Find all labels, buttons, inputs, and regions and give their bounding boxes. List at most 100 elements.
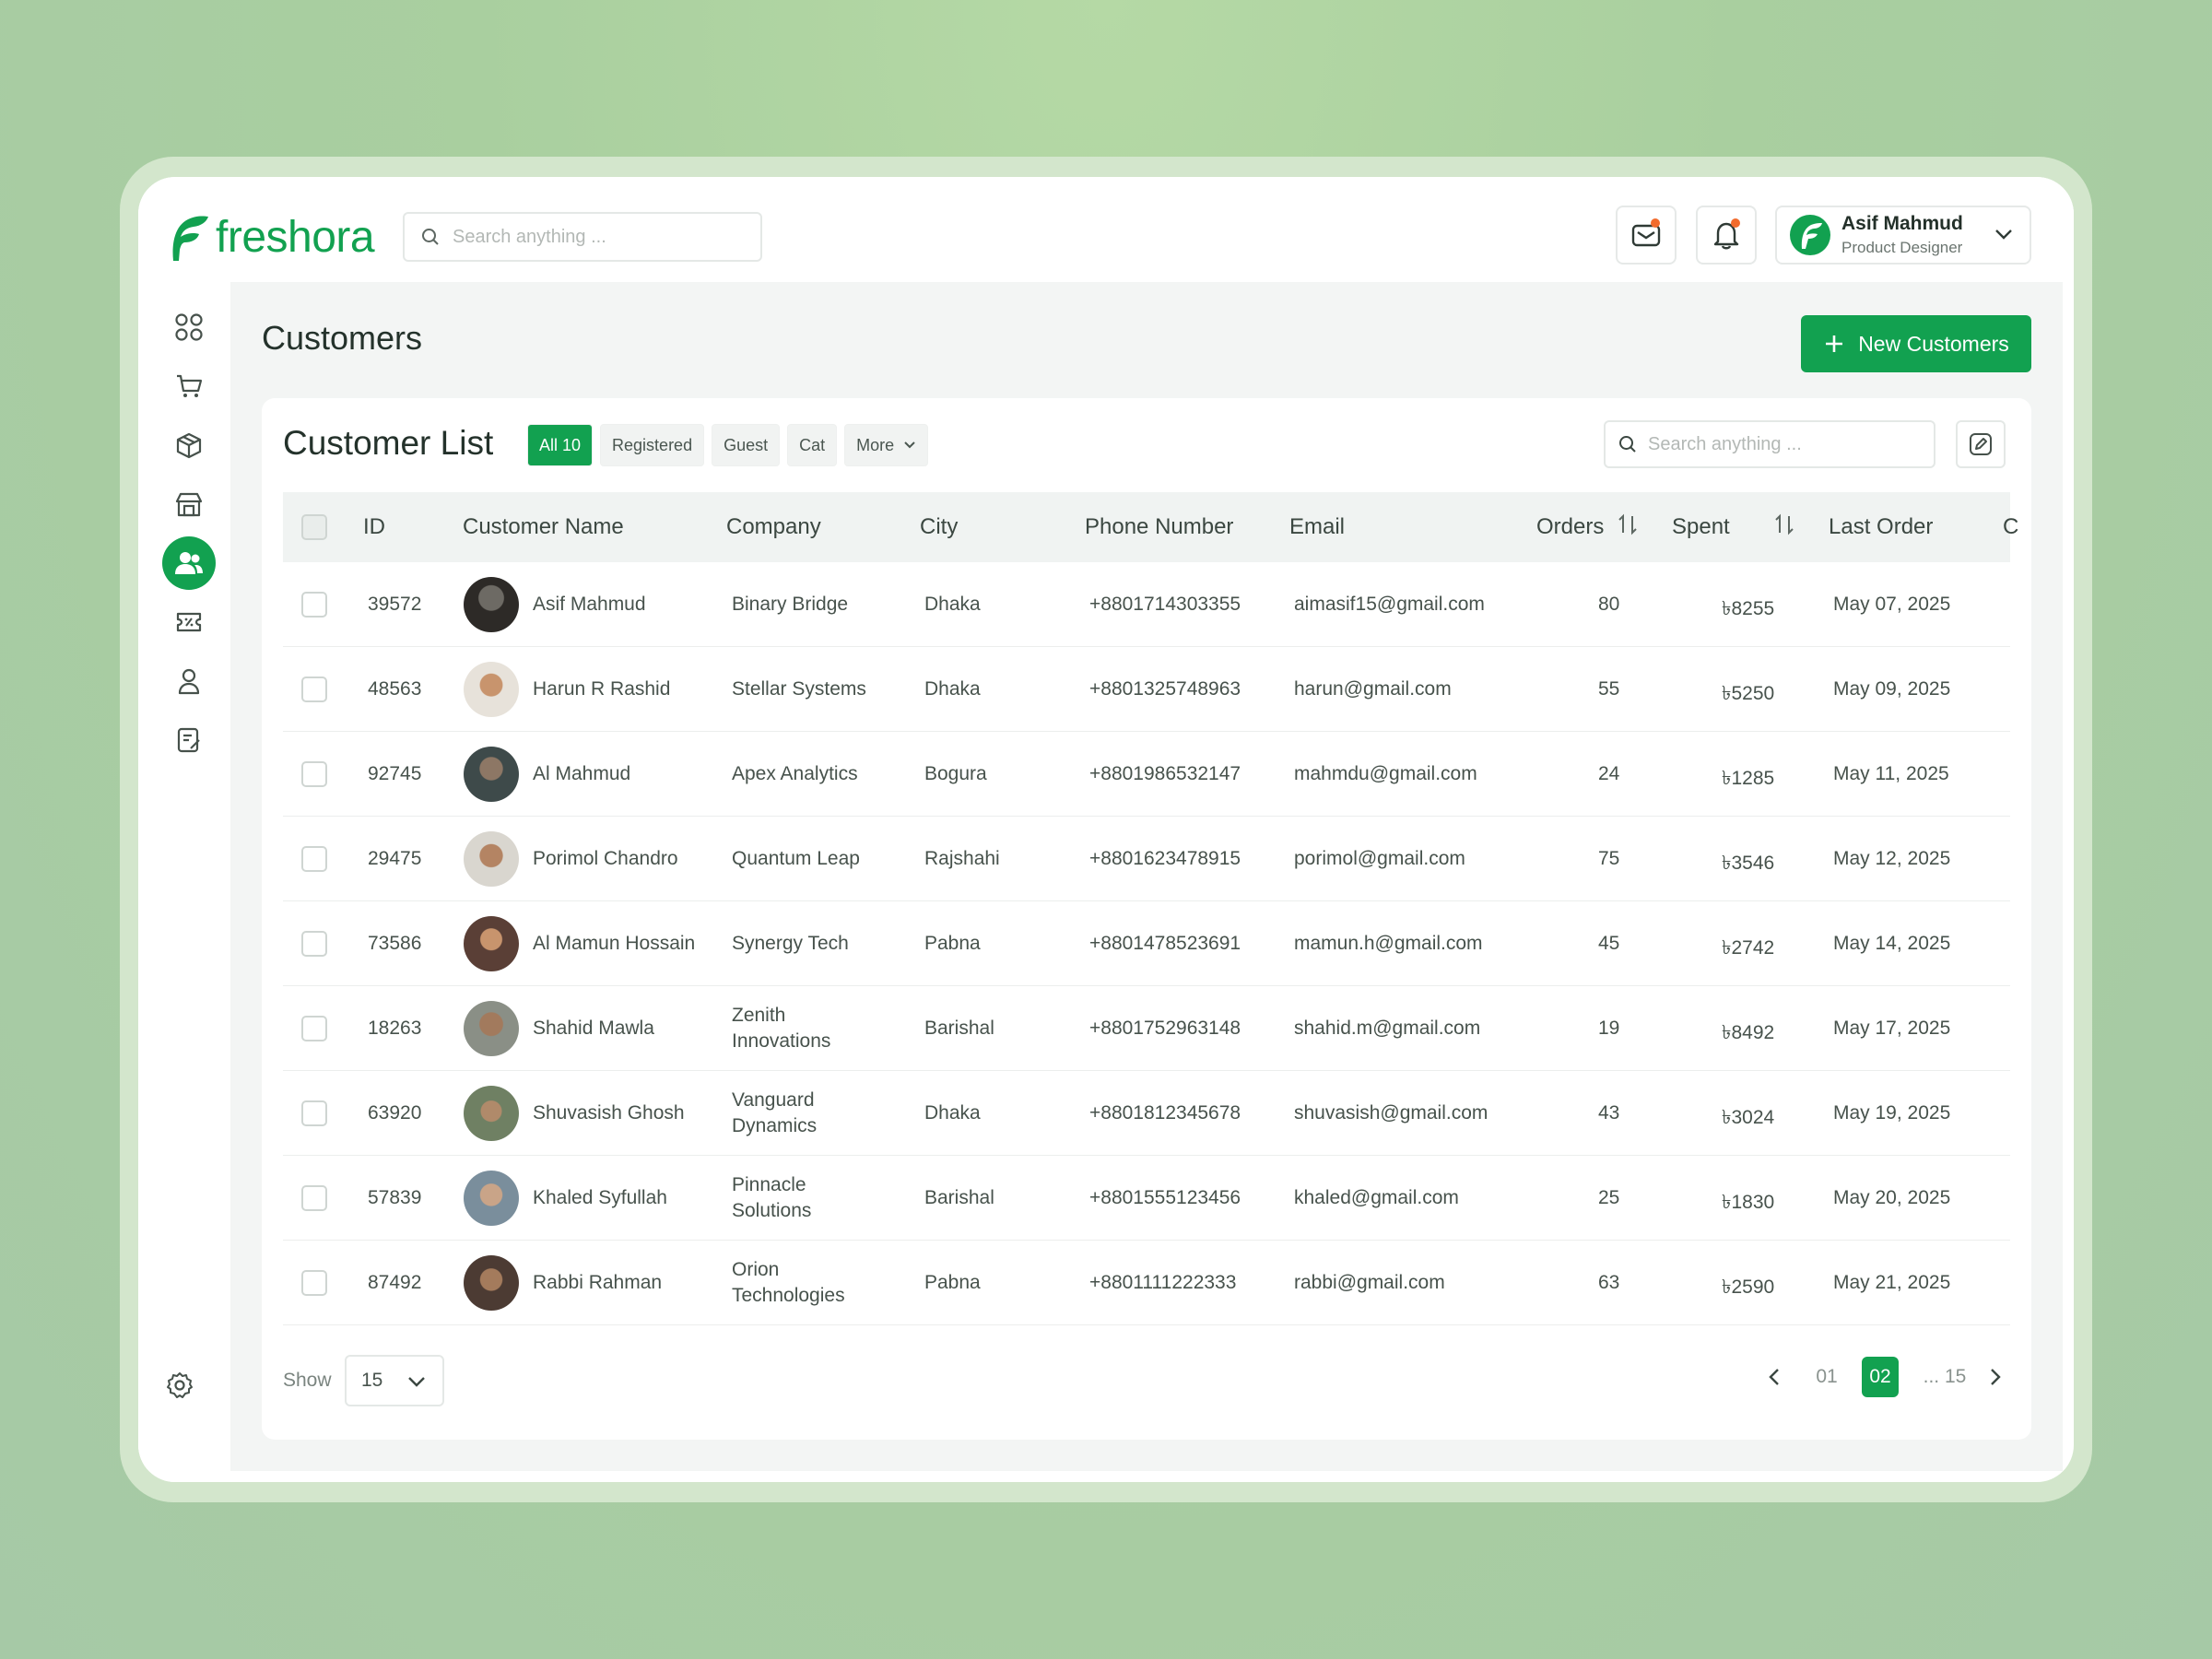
chevron-down-icon xyxy=(408,1377,425,1387)
header-customer-name[interactable]: Customer Name xyxy=(463,514,624,540)
page-01[interactable]: 01 xyxy=(1808,1357,1845,1397)
sidebar-item-account[interactable] xyxy=(162,654,216,708)
cell-email[interactable]: aimasif15@gmail.com xyxy=(1294,594,1485,616)
table-row[interactable]: 87492 Rabbi Rahman Orion Technologies Pa… xyxy=(283,1241,2010,1325)
header-city[interactable]: City xyxy=(920,514,958,540)
cell-last-order: May 11, 2025 xyxy=(1833,763,1949,784)
row-checkbox[interactable] xyxy=(301,846,327,872)
sidebar-item-products[interactable] xyxy=(162,418,216,472)
table-row[interactable]: 48563 Harun R Rashid Stellar Systems Dha… xyxy=(283,647,2010,732)
header-company[interactable]: Company xyxy=(726,514,821,540)
next-page-button[interactable] xyxy=(1982,1357,2009,1397)
cell-id: 39572 xyxy=(368,594,422,615)
sort-icon[interactable] xyxy=(1774,512,1794,536)
row-checkbox[interactable] xyxy=(301,592,327,618)
row-checkbox[interactable] xyxy=(301,1270,327,1296)
cell-name[interactable]: Porimol Chandro xyxy=(533,848,678,870)
row-checkbox[interactable] xyxy=(301,761,327,787)
sidebar xyxy=(138,282,230,1482)
table-row[interactable]: 29475 Porimol Chandro Quantum Leap Rajsh… xyxy=(283,817,2010,901)
page-02-current[interactable]: 02 xyxy=(1862,1357,1899,1397)
cell-orders: 43 xyxy=(1598,1102,1620,1124)
list-search[interactable] xyxy=(1604,420,1936,468)
cell-email[interactable]: porimol@gmail.com xyxy=(1294,848,1465,870)
table-row[interactable]: 92745 Al Mahmud Apex Analytics Bogura +8… xyxy=(283,732,2010,817)
filter-registered[interactable]: Registered xyxy=(600,424,705,466)
notification-dot xyxy=(1731,218,1740,228)
table-row[interactable]: 57839 Khaled Syfullah Pinnacle Solutions… xyxy=(283,1156,2010,1241)
header-last-order[interactable]: Last Order xyxy=(1829,514,1933,540)
sort-icon[interactable] xyxy=(1618,512,1638,536)
page-title: Customers xyxy=(262,319,423,357)
cell-name[interactable]: Asif Mahmud xyxy=(533,594,646,616)
sidebar-item-store[interactable] xyxy=(162,477,216,531)
table-row[interactable]: 39572 Asif Mahmud Binary Bridge Dhaka +8… xyxy=(283,562,2010,647)
header-extra[interactable]: C xyxy=(2003,514,2018,540)
select-all-checkbox[interactable] xyxy=(301,514,327,540)
page-last[interactable]: ... 15 xyxy=(1917,1357,1972,1397)
cell-name[interactable]: Al Mahmud xyxy=(533,763,630,785)
logo[interactable]: freshora xyxy=(168,212,375,263)
global-search[interactable] xyxy=(403,212,762,262)
filter-more-dropdown[interactable]: More xyxy=(844,424,929,466)
global-search-input[interactable] xyxy=(453,226,747,248)
cell-city: Dhaka xyxy=(924,678,981,700)
cell-spent: ৳3024 xyxy=(1722,1107,1775,1128)
sidebar-item-orders[interactable] xyxy=(162,359,216,413)
sidebar-item-settings[interactable] xyxy=(153,1359,206,1412)
cell-id: 18263 xyxy=(368,1018,422,1039)
cell-orders: 24 xyxy=(1598,763,1620,784)
cell-last-order: May 12, 2025 xyxy=(1833,848,1951,869)
mail-button[interactable] xyxy=(1616,206,1677,265)
header-id[interactable]: ID xyxy=(363,514,385,540)
row-checkbox[interactable] xyxy=(301,677,327,702)
cell-email[interactable]: shahid.m@gmail.com xyxy=(1294,1018,1480,1040)
cell-name[interactable]: Khaled Syfullah xyxy=(533,1187,667,1209)
cell-email[interactable]: shuvasish@gmail.com xyxy=(1294,1102,1488,1124)
dashboard-icon xyxy=(175,313,203,341)
row-checkbox[interactable] xyxy=(301,1100,327,1126)
header-spent[interactable]: Spent xyxy=(1672,514,1730,540)
chevron-right-icon xyxy=(1991,1369,2001,1385)
cell-city: Rajshahi xyxy=(924,848,1000,869)
row-checkbox[interactable] xyxy=(301,1016,327,1041)
list-search-input[interactable] xyxy=(1648,433,1924,455)
cell-name[interactable]: Al Mamun Hossain xyxy=(533,933,695,955)
table-row[interactable]: 63920 Shuvasish Ghosh Vanguard Dynamics … xyxy=(283,1071,2010,1156)
box-icon xyxy=(176,432,202,459)
filter-cat[interactable]: Cat xyxy=(787,424,838,466)
edit-columns-button[interactable] xyxy=(1956,420,2006,468)
cell-phone: +8801812345678 xyxy=(1089,1102,1241,1124)
row-checkbox[interactable] xyxy=(301,931,327,957)
table-row[interactable]: 18263 Shahid Mawla Zenith Innovations Ba… xyxy=(283,986,2010,1071)
sidebar-item-customers[interactable] xyxy=(162,536,216,590)
user-avatar xyxy=(1790,215,1830,255)
prev-page-button[interactable] xyxy=(1760,1357,1788,1397)
user-profile-menu[interactable]: Asif Mahmud Product Designer xyxy=(1775,206,2031,265)
cell-name[interactable]: Shuvasish Ghosh xyxy=(533,1102,685,1124)
sidebar-item-coupons[interactable] xyxy=(162,595,216,649)
cell-email[interactable]: mamun.h@gmail.com xyxy=(1294,933,1483,955)
rows-per-page-select[interactable]: 15 xyxy=(345,1355,444,1406)
cell-name[interactable]: Shahid Mawla xyxy=(533,1018,654,1040)
cell-phone: +8801986532147 xyxy=(1089,763,1241,784)
sidebar-item-reports[interactable] xyxy=(162,713,216,767)
cell-phone: +8801714303355 xyxy=(1089,594,1241,615)
sidebar-item-dashboard[interactable] xyxy=(162,300,216,354)
cell-email[interactable]: rabbi@gmail.com xyxy=(1294,1272,1445,1294)
table-row[interactable]: 73586 Al Mamun Hossain Synergy Tech Pabn… xyxy=(283,901,2010,986)
table-body: 39572 Asif Mahmud Binary Bridge Dhaka +8… xyxy=(283,562,2010,1325)
filter-guest[interactable]: Guest xyxy=(712,424,781,466)
cell-name[interactable]: Harun R Rashid xyxy=(533,678,670,700)
header-phone[interactable]: Phone Number xyxy=(1085,514,1233,540)
cell-name[interactable]: Rabbi Rahman xyxy=(533,1272,662,1294)
cell-email[interactable]: mahmdu@gmail.com xyxy=(1294,763,1477,785)
header-email[interactable]: Email xyxy=(1289,514,1345,540)
row-checkbox[interactable] xyxy=(301,1185,327,1211)
filter-all[interactable]: All 10 xyxy=(527,424,594,466)
notifications-button[interactable] xyxy=(1696,206,1757,265)
new-customers-button[interactable]: New Customers xyxy=(1801,315,2031,372)
cell-email[interactable]: harun@gmail.com xyxy=(1294,678,1452,700)
header-orders[interactable]: Orders xyxy=(1536,514,1604,540)
cell-email[interactable]: khaled@gmail.com xyxy=(1294,1187,1459,1209)
